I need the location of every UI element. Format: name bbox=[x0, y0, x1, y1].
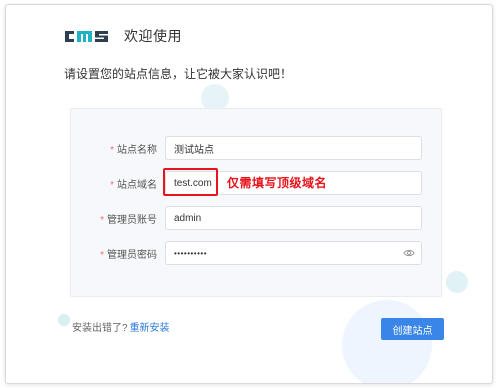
site-name-row: * 站点名称 测试站点 bbox=[71, 136, 443, 160]
site-name-label: * 站点名称 bbox=[110, 144, 157, 156]
admin-password-label: * 管理员密码 bbox=[100, 249, 157, 261]
site-domain-row: * 站点域名 test.com 仅需填写顶级域名 bbox=[71, 168, 443, 196]
decor-bubble bbox=[342, 300, 432, 383]
cms-logo bbox=[65, 31, 108, 42]
error-question: 安装出错了? bbox=[72, 323, 128, 334]
password-mask: •••••••••• bbox=[174, 248, 208, 258]
decor-bubble bbox=[446, 271, 468, 293]
admin-account-input[interactable]: admin bbox=[165, 206, 422, 230]
decor-bubble bbox=[58, 314, 70, 326]
install-window: 欢迎使用 请设置您的站点信息，让它被大家认识吧！ * 站点名称 测试站点 * 站点域… bbox=[5, 4, 493, 384]
admin-password-input[interactable]: •••••••••• bbox=[165, 241, 422, 265]
reinstall-link[interactable]: 重新安装 bbox=[130, 323, 170, 334]
header: 欢迎使用 bbox=[64, 23, 182, 49]
admin-account-row: * 管理员账号 admin bbox=[71, 206, 443, 230]
domain-hint: 仅需填写顶级域名 bbox=[227, 176, 328, 190]
admin-password-row: * 管理员密码 •••••••••• bbox=[71, 241, 443, 265]
create-site-button[interactable]: 创建站点 bbox=[381, 318, 444, 340]
app-title: 欢迎使用 bbox=[124, 28, 182, 44]
domain-highlight-box bbox=[163, 168, 218, 196]
site-domain-label: * 站点域名 bbox=[110, 179, 157, 191]
site-form: * 站点名称 测试站点 * 站点域名 test.com 仅需填写顶级域名 * 管理员账… bbox=[70, 108, 442, 297]
intro-text: 请设置您的站点信息，让它被大家认识吧！ bbox=[64, 67, 293, 81]
site-name-input[interactable]: 测试站点 bbox=[165, 136, 422, 160]
admin-account-label: * 管理员账号 bbox=[100, 214, 157, 226]
footer: 安装出错了? 重新安装 bbox=[72, 319, 170, 334]
eye-icon[interactable] bbox=[403, 247, 415, 259]
